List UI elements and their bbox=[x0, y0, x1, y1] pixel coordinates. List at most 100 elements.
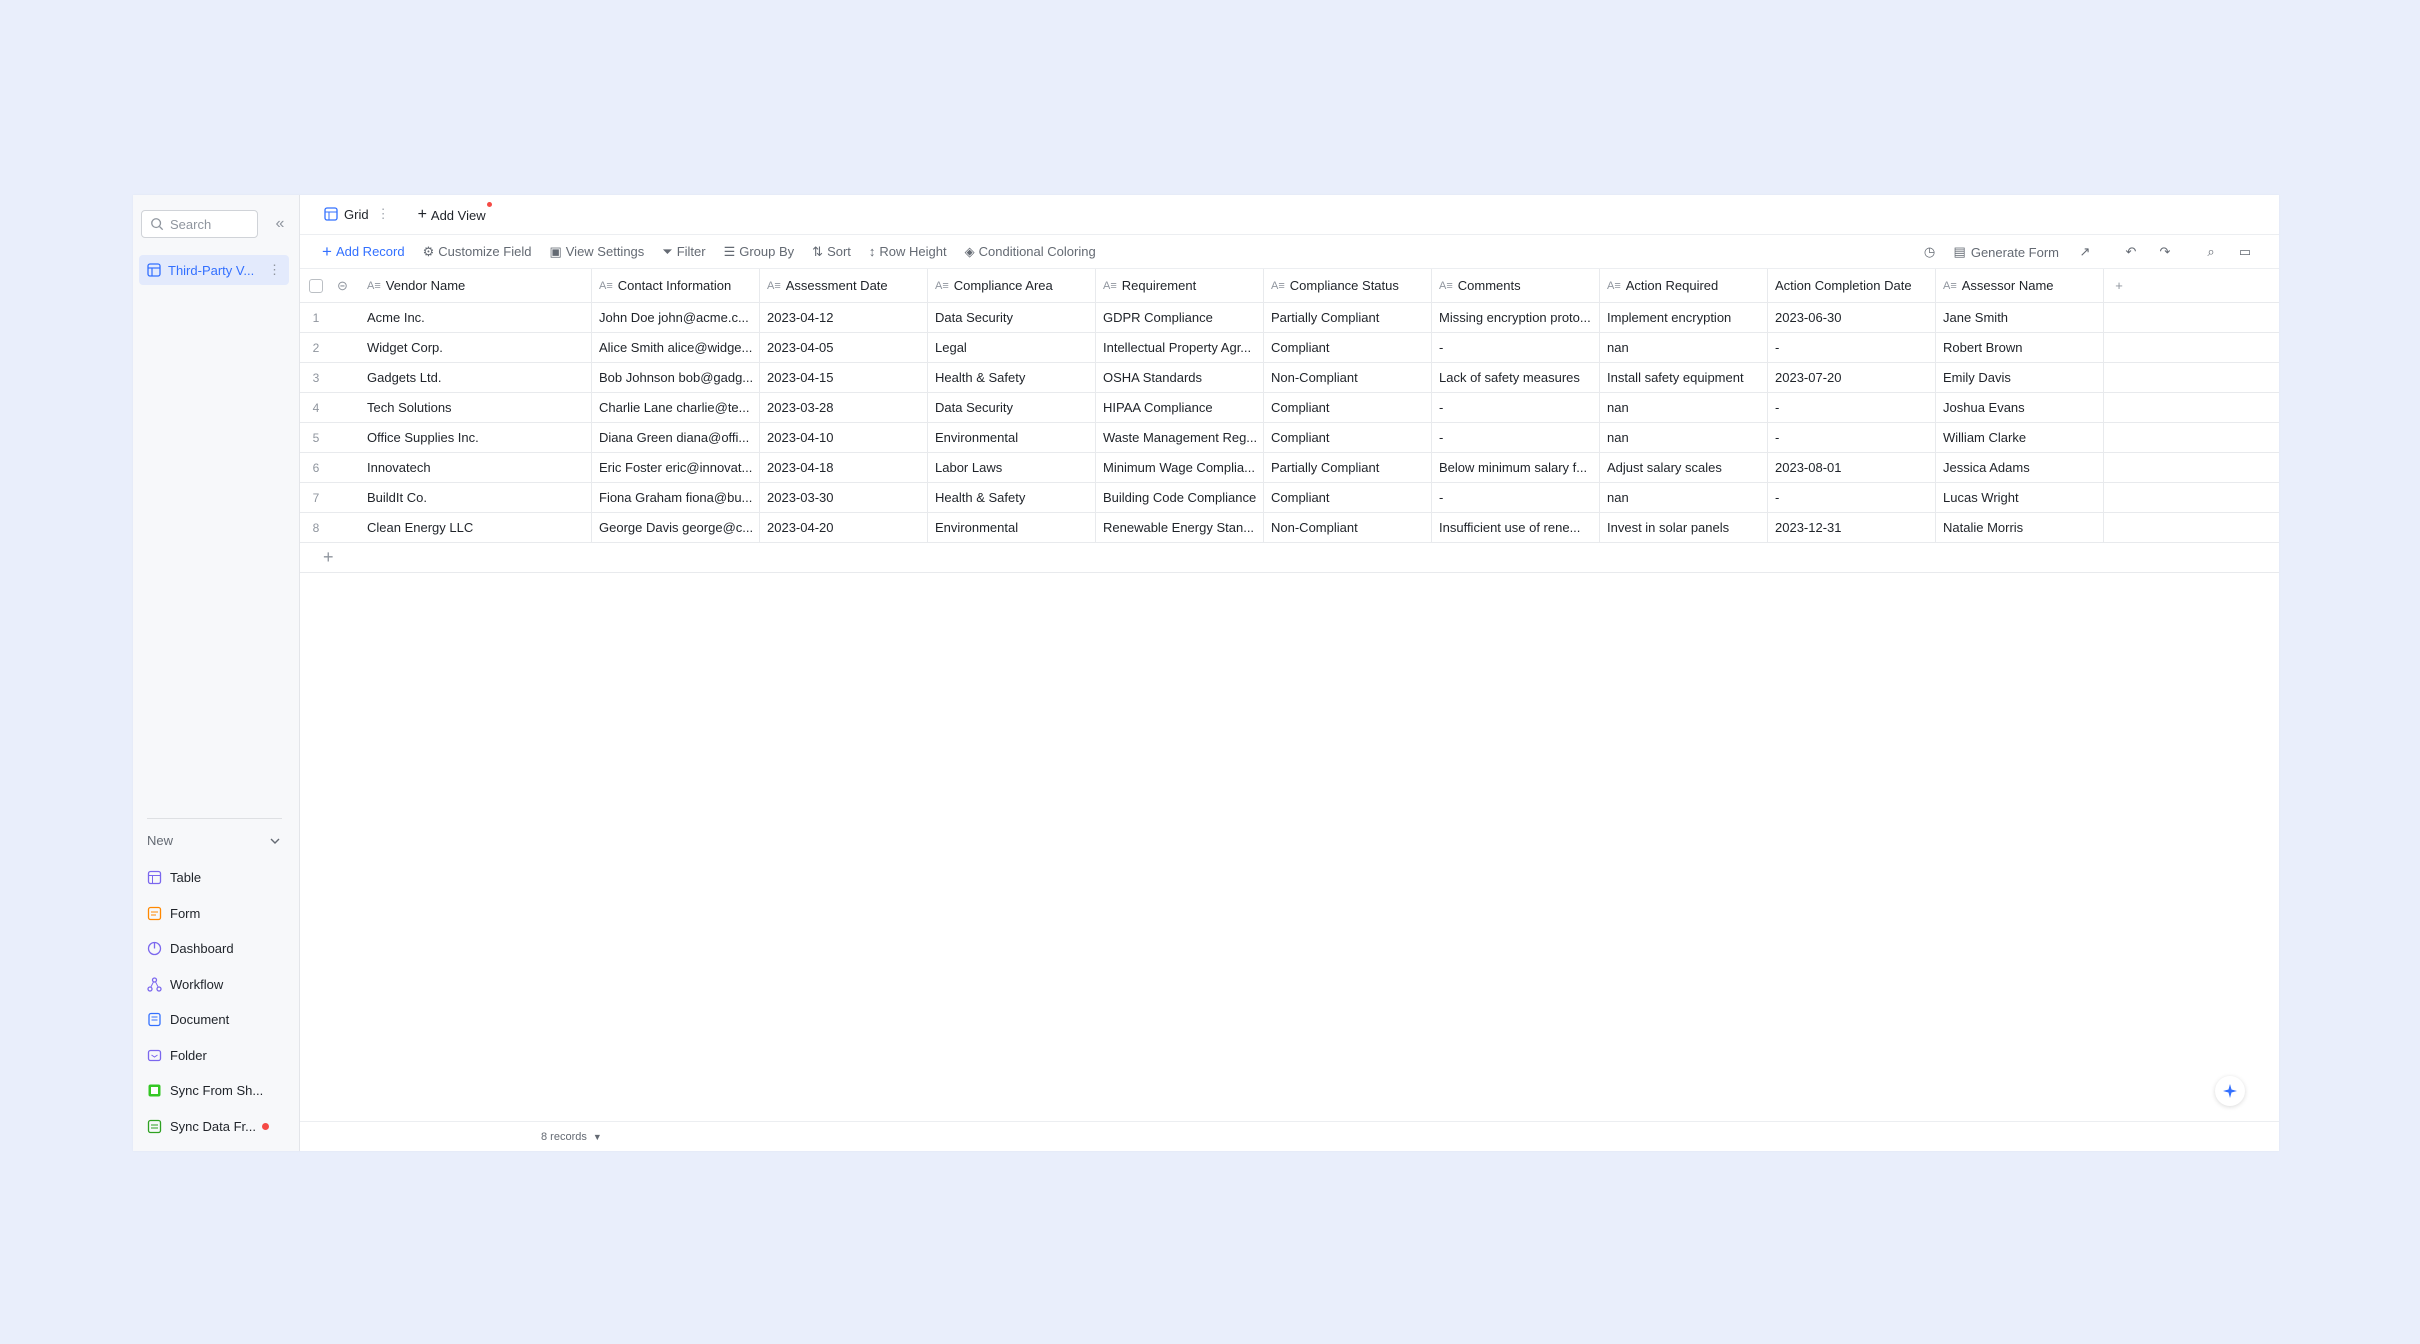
cell-compliance-area[interactable]: Data Security bbox=[928, 393, 1096, 422]
cell-action-required[interactable]: Adjust salary scales bbox=[1600, 453, 1768, 482]
cell-assessor-name[interactable]: Lucas Wright bbox=[1936, 483, 2104, 512]
cell-assessor-name[interactable]: Natalie Morris bbox=[1936, 513, 2104, 542]
cell-vendor-name[interactable]: Clean Energy LLC bbox=[360, 513, 592, 542]
sort-button[interactable]: ⇅ Sort bbox=[812, 244, 851, 260]
cell-compliance-area[interactable]: Legal bbox=[928, 333, 1096, 362]
cell-assessment-date[interactable]: 2023-04-20 bbox=[760, 513, 928, 542]
cell-compliance-status[interactable]: Compliant bbox=[1264, 333, 1432, 362]
record-count[interactable]: 8 records bbox=[541, 1131, 587, 1143]
cell-compliance-status[interactable]: Compliant bbox=[1264, 423, 1432, 452]
add-row-button[interactable]: + bbox=[300, 543, 2279, 573]
cell-comments[interactable]: - bbox=[1432, 483, 1600, 512]
column-header-action-required[interactable]: A≡ Action Required bbox=[1600, 269, 1768, 302]
column-header-compliance-status[interactable]: A≡ Compliance Status bbox=[1264, 269, 1432, 302]
cell-comments[interactable]: - bbox=[1432, 333, 1600, 362]
table-row[interactable]: 1 Acme Inc. John Doe john@acme.c... 2023… bbox=[300, 303, 2279, 333]
column-header-assessment-date[interactable]: A≡ Assessment Date bbox=[760, 269, 928, 302]
cell-assessor-name[interactable]: Robert Brown bbox=[1936, 333, 2104, 362]
cell-assessment-date[interactable]: 2023-04-10 bbox=[760, 423, 928, 452]
column-header-contact-information[interactable]: A≡ Contact Information bbox=[592, 269, 760, 302]
cell-action-completion-date[interactable]: - bbox=[1768, 393, 1936, 422]
new-sync-sheet-item[interactable]: Sync From Sh... bbox=[147, 1073, 287, 1109]
collapse-sidebar-icon[interactable]: « bbox=[270, 214, 290, 234]
cell-comments[interactable]: - bbox=[1432, 393, 1600, 422]
cell-action-completion-date[interactable]: - bbox=[1768, 333, 1936, 362]
cell-requirement[interactable]: GDPR Compliance bbox=[1096, 303, 1264, 332]
column-header-requirement[interactable]: A≡ Requirement bbox=[1096, 269, 1264, 302]
cell-requirement[interactable]: Renewable Energy Stan... bbox=[1096, 513, 1264, 542]
new-form-item[interactable]: Form bbox=[147, 896, 287, 932]
new-document-item[interactable]: Document bbox=[147, 1002, 287, 1038]
table-row[interactable]: 7 BuildIt Co. Fiona Graham fiona@bu... 2… bbox=[300, 483, 2279, 513]
filter-button[interactable]: ⏷ Filter bbox=[662, 244, 705, 260]
cell-action-completion-date[interactable]: 2023-08-01 bbox=[1768, 453, 1936, 482]
cell-assessment-date[interactable]: 2023-03-28 bbox=[760, 393, 928, 422]
cell-action-required[interactable]: nan bbox=[1600, 483, 1768, 512]
cell-comments[interactable]: - bbox=[1432, 423, 1600, 452]
cell-compliance-area[interactable]: Health & Safety bbox=[928, 483, 1096, 512]
cell-compliance-status[interactable]: Partially Compliant bbox=[1264, 303, 1432, 332]
new-section-header[interactable]: New bbox=[147, 833, 282, 848]
cell-compliance-status[interactable]: Compliant bbox=[1264, 483, 1432, 512]
cell-requirement[interactable]: OSHA Standards bbox=[1096, 363, 1264, 392]
cell-requirement[interactable]: Building Code Compliance bbox=[1096, 483, 1264, 512]
cell-contact-information[interactable]: Alice Smith alice@widge... bbox=[592, 333, 760, 362]
table-row[interactable]: 8 Clean Energy LLC George Davis george@c… bbox=[300, 513, 2279, 543]
new-folder-item[interactable]: Folder bbox=[147, 1038, 287, 1074]
add-record-button[interactable]: + Add Record bbox=[322, 242, 405, 262]
customize-field-button[interactable]: ⚙ Customize Field bbox=[423, 244, 532, 260]
search-records-icon[interactable]: ⌕ bbox=[2203, 244, 2219, 260]
cell-requirement[interactable]: Intellectual Property Agr... bbox=[1096, 333, 1264, 362]
cell-contact-information[interactable]: Fiona Graham fiona@bu... bbox=[592, 483, 760, 512]
cell-requirement[interactable]: HIPAA Compliance bbox=[1096, 393, 1264, 422]
more-options-icon[interactable]: ⋮ bbox=[268, 262, 281, 278]
table-row[interactable]: 5 Office Supplies Inc. Diana Green diana… bbox=[300, 423, 2279, 453]
tab-grid[interactable]: Grid ⋮ bbox=[310, 196, 404, 234]
sidebar-item-third-party-table[interactable]: Third-Party V... ⋮ bbox=[139, 255, 289, 285]
table-row[interactable]: 4 Tech Solutions Charlie Lane charlie@te… bbox=[300, 393, 2279, 423]
column-header-comments[interactable]: A≡ Comments bbox=[1432, 269, 1600, 302]
cell-comments[interactable]: Lack of safety measures bbox=[1432, 363, 1600, 392]
cell-assessment-date[interactable]: 2023-04-18 bbox=[760, 453, 928, 482]
history-icon[interactable]: ◷ bbox=[1922, 244, 1938, 260]
cell-assessor-name[interactable]: Emily Davis bbox=[1936, 363, 2104, 392]
ai-assistant-button[interactable] bbox=[2215, 1076, 2245, 1106]
tab-more-icon[interactable]: ⋮ bbox=[377, 206, 390, 222]
cell-contact-information[interactable]: George Davis george@c... bbox=[592, 513, 760, 542]
cell-action-completion-date[interactable]: 2023-07-20 bbox=[1768, 363, 1936, 392]
cell-vendor-name[interactable]: Office Supplies Inc. bbox=[360, 423, 592, 452]
comment-icon[interactable]: ▭ bbox=[2237, 244, 2253, 260]
view-settings-button[interactable]: ▣ View Settings bbox=[549, 244, 644, 260]
cell-assessor-name[interactable]: Jane Smith bbox=[1936, 303, 2104, 332]
cell-assessment-date[interactable]: 2023-03-30 bbox=[760, 483, 928, 512]
cell-vendor-name[interactable]: Gadgets Ltd. bbox=[360, 363, 592, 392]
redo-icon[interactable]: ↷ bbox=[2157, 244, 2173, 260]
cell-action-required[interactable]: Install safety equipment bbox=[1600, 363, 1768, 392]
cell-contact-information[interactable]: Diana Green diana@offi... bbox=[592, 423, 760, 452]
column-header-action-completion-date[interactable]: Action Completion Date bbox=[1768, 269, 1936, 302]
cell-assessor-name[interactable]: William Clarke bbox=[1936, 423, 2104, 452]
new-workflow-item[interactable]: Workflow bbox=[147, 967, 287, 1003]
cell-compliance-area[interactable]: Environmental bbox=[928, 423, 1096, 452]
cell-contact-information[interactable]: Bob Johnson bob@gadg... bbox=[592, 363, 760, 392]
table-row[interactable]: 2 Widget Corp. Alice Smith alice@widge..… bbox=[300, 333, 2279, 363]
cell-contact-information[interactable]: John Doe john@acme.c... bbox=[592, 303, 760, 332]
caret-down-icon[interactable]: ▼ bbox=[593, 1132, 602, 1142]
cell-vendor-name[interactable]: Acme Inc. bbox=[360, 303, 592, 332]
column-header-compliance-area[interactable]: A≡ Compliance Area bbox=[928, 269, 1096, 302]
cell-compliance-status[interactable]: Non-Compliant bbox=[1264, 363, 1432, 392]
cell-vendor-name[interactable]: Tech Solutions bbox=[360, 393, 592, 422]
cell-assessment-date[interactable]: 2023-04-05 bbox=[760, 333, 928, 362]
add-column-button[interactable]: + bbox=[2104, 269, 2134, 302]
generate-form-button[interactable]: ▤ Generate Form bbox=[1954, 244, 2059, 260]
cell-compliance-area[interactable]: Health & Safety bbox=[928, 363, 1096, 392]
cell-action-completion-date[interactable]: - bbox=[1768, 483, 1936, 512]
select-all-cell[interactable] bbox=[300, 269, 332, 302]
cell-action-completion-date[interactable]: 2023-12-31 bbox=[1768, 513, 1936, 542]
cell-action-completion-date[interactable]: - bbox=[1768, 423, 1936, 452]
cell-compliance-area[interactable]: Labor Laws bbox=[928, 453, 1096, 482]
row-height-button[interactable]: ↕ Row Height bbox=[869, 244, 947, 259]
cell-comments[interactable]: Insufficient use of rene... bbox=[1432, 513, 1600, 542]
table-row[interactable]: 3 Gadgets Ltd. Bob Johnson bob@gadg... 2… bbox=[300, 363, 2279, 393]
cell-vendor-name[interactable]: Widget Corp. bbox=[360, 333, 592, 362]
